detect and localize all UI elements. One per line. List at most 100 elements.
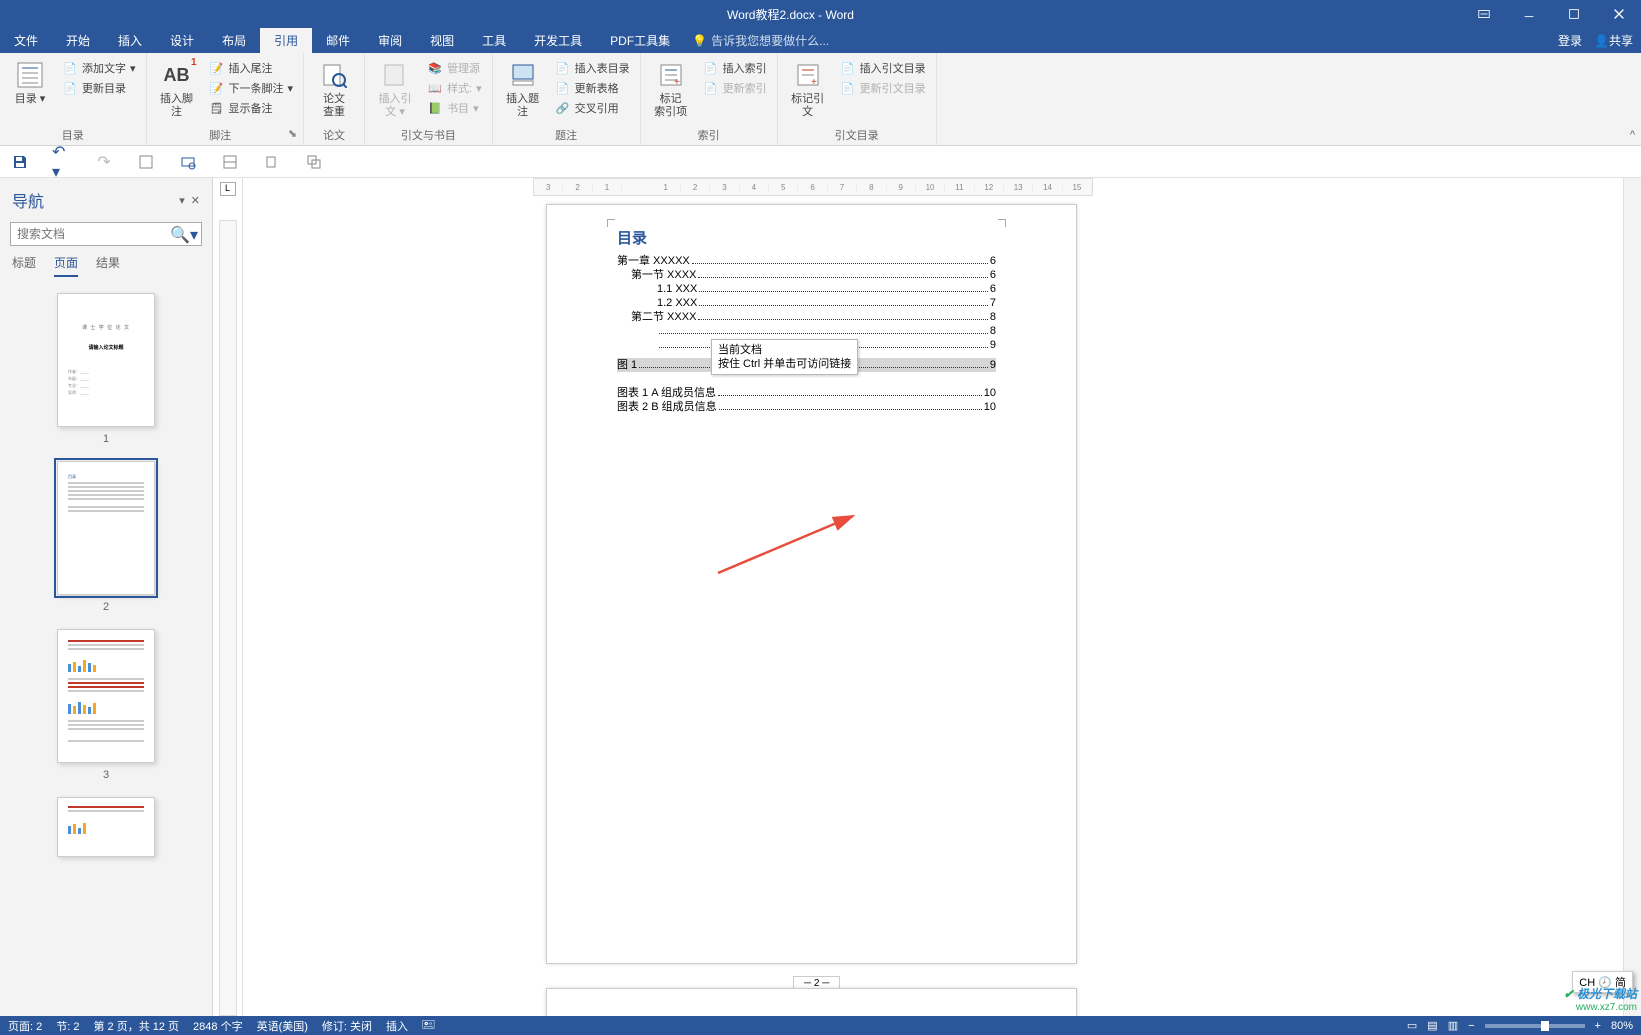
tab-tools[interactable]: 工具: [468, 28, 520, 53]
search-icon[interactable]: 🔍▾: [170, 225, 198, 245]
collapse-ribbon-icon[interactable]: ^: [1630, 129, 1635, 141]
add-text-icon: 📄: [62, 60, 78, 76]
view-print-icon[interactable]: ▤: [1427, 1019, 1437, 1032]
update-toc-button[interactable]: 📄更新目录: [58, 79, 140, 97]
thumb-page-2[interactable]: 目录: [57, 461, 155, 595]
zoom-out-icon[interactable]: −: [1468, 1020, 1474, 1032]
share-button[interactable]: 👤共享: [1594, 32, 1633, 49]
tab-references[interactable]: 引用: [260, 28, 312, 53]
toc-line[interactable]: 第一节 XXXX6: [617, 268, 996, 282]
status-bar: 页面: 2 节: 2 第 2 页，共 12 页 2848 个字 英语(美国) 修…: [0, 1016, 1641, 1035]
redo-icon[interactable]: ↷: [94, 152, 114, 172]
show-notes-button[interactable]: 🗒显示备注: [205, 99, 298, 117]
view-read-icon[interactable]: ▭: [1407, 1019, 1417, 1032]
tof-line[interactable]: 图表 2 B 组成员信息10: [617, 400, 996, 414]
update-index-button[interactable]: 📄更新索引: [699, 79, 771, 97]
cross-ref-button[interactable]: 🔗交叉引用: [551, 99, 634, 117]
tab-selector[interactable]: L: [220, 182, 236, 196]
zoom-in-icon[interactable]: +: [1595, 1020, 1601, 1032]
next-footnote-button[interactable]: 📝下一条脚注 ▾: [205, 79, 298, 97]
status-page[interactable]: 页面: 2: [8, 1018, 42, 1034]
insert-tof-button[interactable]: 📄插入表目录: [551, 59, 634, 77]
tab-layout[interactable]: 布局: [208, 28, 260, 53]
nav-dropdown-icon[interactable]: ▾: [179, 194, 185, 207]
save-icon[interactable]: [10, 152, 30, 172]
login-button[interactable]: 登录: [1558, 32, 1582, 49]
dialog-launcher-icon[interactable]: ⬊: [288, 127, 297, 140]
toc-line[interactable]: 第一章 XXXXX6: [617, 254, 996, 268]
thumb-page-3[interactable]: [57, 629, 155, 763]
insert-caption-label: 插入题注: [505, 93, 541, 119]
manage-sources-button[interactable]: 📚管理源: [423, 59, 486, 77]
research-button[interactable]: 论文 查重: [310, 55, 358, 119]
toc-button[interactable]: 目录 ▾: [6, 55, 54, 106]
thumb-page-4[interactable]: [57, 797, 155, 857]
insert-index-button[interactable]: 📄插入索引: [699, 59, 771, 77]
mark-index-button[interactable]: + 标记 索引项: [647, 55, 695, 119]
ribbon-options-icon[interactable]: [1461, 0, 1506, 28]
toc-line[interactable]: 1.2 XXX7: [617, 296, 996, 310]
toc-line[interactable]: 8: [617, 324, 996, 338]
tof-line[interactable]: 图表 1 A 组成员信息10: [617, 386, 996, 400]
vertical-ruler[interactable]: [219, 220, 237, 1016]
tab-file[interactable]: 文件: [0, 28, 52, 53]
mark-citation-button[interactable]: + 标记引文: [784, 55, 832, 119]
vertical-scrollbar[interactable]: [1623, 178, 1641, 1016]
tell-me[interactable]: 💡 告诉我您想要做什么...: [692, 28, 829, 53]
update-authority-button[interactable]: 📄更新引文目录: [836, 79, 930, 97]
tab-pdf[interactable]: PDF工具集: [596, 28, 684, 53]
page-2[interactable]: 目录 第一章 XXXXX6第一节 XXXX61.1 XXX61.2 XXX7第二…: [546, 204, 1077, 964]
zoom-slider[interactable]: [1485, 1024, 1585, 1028]
update-tof-button[interactable]: 📄更新表格: [551, 79, 634, 97]
style-button[interactable]: 📖样式: ▾: [423, 79, 486, 97]
insert-citation-button[interactable]: 插入引文 ▾: [371, 55, 419, 119]
qat-btn-8[interactable]: [304, 152, 324, 172]
horizontal-ruler[interactable]: 321123456789101112131415: [533, 178, 1093, 196]
toc-line[interactable]: 第二节 XXXX8: [617, 310, 996, 324]
insert-authority-button[interactable]: 📄插入引文目录: [836, 59, 930, 77]
thumb-page-1[interactable]: 课 士 学 位 论 文 请输入论文标题 作者：____年级：____专业：___…: [57, 293, 155, 427]
status-lang[interactable]: 英语(美国): [257, 1018, 308, 1034]
nav-close-icon[interactable]: ✕: [191, 194, 200, 207]
nav-tab-results[interactable]: 结果: [96, 254, 120, 277]
insert-index-icon: 📄: [703, 60, 719, 76]
status-words[interactable]: 2848 个字: [193, 1018, 243, 1034]
view-web-icon[interactable]: ▥: [1448, 1019, 1458, 1032]
status-insert[interactable]: 插入: [386, 1018, 408, 1034]
qat-btn-4[interactable]: [136, 152, 156, 172]
print-preview-icon[interactable]: [178, 152, 198, 172]
nav-thumbnails[interactable]: 课 士 学 位 论 文 请输入论文标题 作者：____年级：____专业：___…: [0, 283, 212, 1016]
insert-footnote-button[interactable]: AB1 插入脚注: [153, 55, 201, 119]
qat-btn-6[interactable]: [220, 152, 240, 172]
maximize-icon[interactable]: [1551, 0, 1596, 28]
status-track[interactable]: 修订: 关闭: [322, 1018, 372, 1034]
tof-dots: [719, 409, 982, 410]
nav-tab-headings[interactable]: 标题: [12, 254, 36, 277]
tab-insert[interactable]: 插入: [104, 28, 156, 53]
status-section[interactable]: 节: 2: [56, 1018, 79, 1034]
tab-home[interactable]: 开始: [52, 28, 104, 53]
minimize-icon[interactable]: [1506, 0, 1551, 28]
insert-endnote-button[interactable]: 📝插入尾注: [205, 59, 298, 77]
tof-label: 图表 2 B 组成员信息: [617, 400, 717, 414]
document-area[interactable]: 321123456789101112131415 目录 第一章 XXXXX6第一…: [243, 178, 1623, 1016]
tab-dev[interactable]: 开发工具: [520, 28, 596, 53]
tab-mail[interactable]: 邮件: [312, 28, 364, 53]
qat-btn-7[interactable]: [262, 152, 282, 172]
close-icon[interactable]: [1596, 0, 1641, 28]
status-extra-icon[interactable]: 🖭: [422, 1016, 435, 1035]
tab-review[interactable]: 审阅: [364, 28, 416, 53]
endnote-icon: 📝: [209, 60, 225, 76]
tab-design[interactable]: 设计: [156, 28, 208, 53]
zoom-value[interactable]: 80%: [1611, 1020, 1633, 1032]
add-text-button[interactable]: 📄添加文字 ▾: [58, 59, 140, 77]
toc-line[interactable]: 1.1 XXX6: [617, 282, 996, 296]
undo-icon[interactable]: ↶ ▾: [52, 152, 72, 172]
window-title: Word教程2.docx - Word: [120, 6, 1461, 23]
nav-tab-pages[interactable]: 页面: [54, 254, 78, 277]
tab-view[interactable]: 视图: [416, 28, 468, 53]
insert-caption-button[interactable]: 插入题注: [499, 55, 547, 119]
status-page-of[interactable]: 第 2 页，共 12 页: [93, 1018, 179, 1034]
page-3-top[interactable]: [546, 988, 1077, 1016]
bibliography-button[interactable]: 📗书目 ▾: [423, 99, 486, 117]
